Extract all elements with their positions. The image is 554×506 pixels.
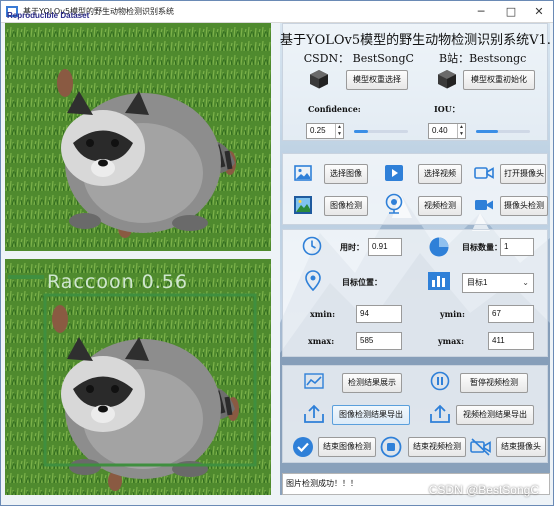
ymin-value: 67: [488, 305, 534, 323]
cube-icon: [438, 70, 456, 89]
iou-slider-fill: [476, 130, 498, 133]
xmax-label: xmax:: [308, 336, 335, 346]
target-select[interactable]: 目标1 ⌄: [462, 273, 534, 293]
video-camera-icon: [475, 200, 493, 210]
iou-slider[interactable]: [476, 130, 530, 133]
time-label: 用时：: [340, 242, 364, 252]
app-window: 基于YOLOv5模型的野生动物检测识别系统 Reproducible Datas…: [0, 0, 554, 506]
target-selected-value: 目标1: [467, 278, 488, 287]
export-image-button[interactable]: 图像检测结果导出: [332, 405, 410, 425]
clock-icon: [302, 236, 322, 256]
spin-arrows[interactable]: ▲ ▼: [335, 124, 343, 138]
show-results-button[interactable]: 检测结果展示: [342, 373, 402, 393]
line-chart-icon: [304, 373, 324, 389]
pause-video-button[interactable]: 暂停视频检测: [460, 373, 528, 393]
webcam-icon: [385, 193, 403, 214]
select-image-button[interactable]: 选择图像: [324, 164, 368, 184]
upload-icon: [430, 404, 450, 423]
stop-image-button[interactable]: 结束图像检测: [318, 437, 376, 457]
xmin-label: xmin:: [310, 309, 336, 319]
ymax-label: ymax:: [438, 336, 465, 346]
close-button[interactable]: ✕: [525, 3, 553, 20]
xmin-value: 94: [356, 305, 402, 323]
confidence-label: Confidence:: [308, 104, 361, 114]
photo-icon: [294, 196, 312, 214]
open-camera-button[interactable]: 打开摄像头: [500, 164, 546, 184]
detected-image: [5, 259, 271, 495]
author-credits: CSDN： BestSongC B站：Bestsongc: [280, 50, 550, 66]
pause-icon: [430, 371, 450, 391]
spin-arrows[interactable]: ▲ ▼: [457, 124, 465, 138]
iou-value: 0.40: [432, 126, 448, 135]
title-bar: 基于YOLOv5模型的野生动物检测识别系统 Reproducible Datas…: [1, 1, 553, 23]
select-weights-button[interactable]: 模型权重选择: [346, 70, 408, 90]
time-value: 0.91: [368, 238, 402, 256]
bilibili-credit: B站：Bestsongc: [438, 52, 527, 65]
confidence-value: 0.25: [310, 126, 326, 135]
location-pin-icon: [305, 270, 321, 292]
stop-icon: [380, 436, 402, 458]
iou-spinbox[interactable]: 0.40 ▲ ▼: [428, 123, 466, 139]
check-icon: [293, 437, 313, 457]
video-detect-button[interactable]: 视频检测: [418, 196, 462, 216]
watermark-text: Reproducible Dataset: [7, 11, 90, 20]
camera-icon: [474, 167, 494, 179]
count-value: 1: [500, 238, 534, 256]
count-label: 目标数量：: [462, 242, 502, 252]
app-title: 基于YOLOv5模型的野生动物检测识别系统V1.0: [280, 33, 550, 48]
iou-label: IOU：: [434, 104, 460, 114]
xmax-value: 585: [356, 332, 402, 350]
detection-label-bar: [8, 275, 44, 279]
camera-off-icon: [470, 438, 491, 456]
csdn-watermark: CSDN @BestSongC: [428, 483, 539, 497]
chevron-down-icon: ⌄: [522, 278, 529, 287]
cube-icon: [310, 70, 328, 89]
image-icon: [294, 165, 312, 181]
play-icon: [385, 165, 403, 181]
init-weights-button[interactable]: 模型权重初始化: [463, 70, 535, 90]
camera-detect-button[interactable]: 摄像头检测: [500, 196, 548, 216]
stop-camera-button[interactable]: 结束摄像头: [496, 437, 546, 457]
export-video-button[interactable]: 视频检测结果导出: [456, 405, 534, 425]
maximize-button[interactable]: □: [497, 3, 525, 20]
upload-icon: [304, 404, 324, 423]
select-video-button[interactable]: 选择视频: [418, 164, 462, 184]
stop-video-button[interactable]: 结束视频检测: [408, 437, 466, 457]
detection-label: Raccoon 0.56: [47, 271, 188, 293]
csdn-credit: CSDN： BestSongC: [303, 52, 414, 65]
position-label: 目标位置：: [342, 277, 382, 287]
confidence-slider-fill: [354, 130, 368, 133]
minimize-button[interactable]: ─: [467, 3, 495, 20]
image-detect-button[interactable]: 图像检测: [324, 196, 368, 216]
bar-chart-icon: [428, 272, 450, 290]
confidence-slider[interactable]: [354, 130, 408, 133]
original-image: [5, 23, 271, 251]
pie-chart-icon: [429, 237, 449, 257]
ymax-value: 411: [488, 332, 534, 350]
control-panel: 基于YOLOv5模型的野生动物检测识别系统V1.0 CSDN： BestSong…: [280, 23, 550, 495]
ymin-label: ymin:: [440, 309, 465, 319]
confidence-spinbox[interactable]: 0.25 ▲ ▼: [306, 123, 344, 139]
